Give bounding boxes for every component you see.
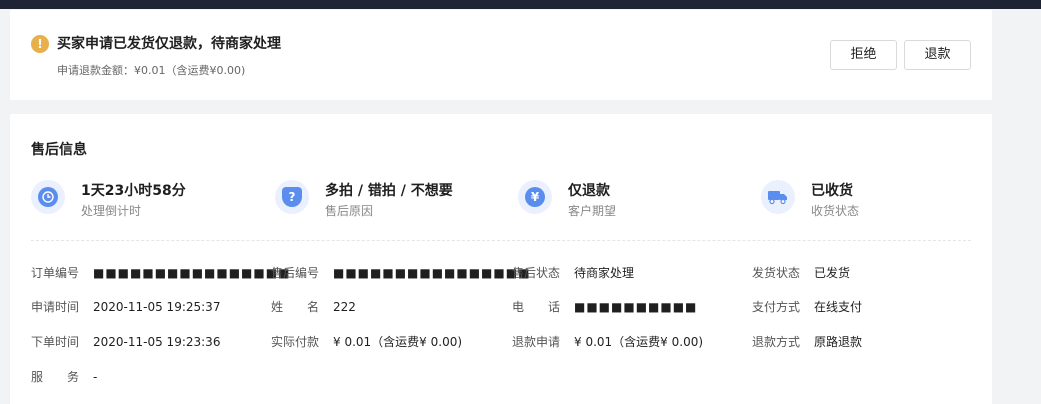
field-paid: 实际付款 ¥ 0.01（含运费¥ 0.00) — [271, 334, 462, 350]
field-value: ■■■■■■■■■■ — [574, 300, 698, 314]
field-label: 下单时间 — [31, 335, 80, 349]
field-label: 电 话 — [512, 300, 561, 314]
receipt-label: 收货状态 — [811, 204, 860, 218]
section-title: 售后信息 — [31, 142, 87, 158]
refund-button[interactable]: 退款 — [904, 40, 971, 70]
field-label: 支付方式 — [752, 300, 801, 314]
field-value: ■■■■■■■■■■■■■■■■ — [93, 266, 291, 280]
refund-amount-text: 申请退款金额：¥0.01（含运费¥0.00) — [57, 64, 246, 77]
clock-icon — [31, 180, 65, 214]
alert-title: 买家申请已发货仅退款，待商家处理 — [57, 36, 281, 52]
field-service: 服 务- — [31, 369, 97, 385]
reason-label: 售后原因 — [325, 204, 374, 218]
field-value: 待商家处理 — [574, 266, 635, 280]
field-value: ¥ 0.01（含运费¥ 0.00) — [333, 335, 463, 349]
divider — [31, 240, 971, 241]
field-label: 售后状态 — [512, 266, 561, 280]
field-label: 发货状态 — [752, 266, 801, 280]
field-label: 服 务 — [31, 370, 80, 384]
field-value: 222 — [333, 300, 356, 314]
field-label: 退款方式 — [752, 335, 801, 349]
field-value: 2020-11-05 19:25:37 — [93, 300, 221, 314]
field-value: 在线支付 — [814, 300, 863, 314]
field-order-time: 下单时间 2020-11-05 19:23:36 — [31, 334, 220, 350]
countdown-value: 1天23小时58分 — [81, 183, 186, 199]
aftersale-info-card: 售后信息 1天23小时58分 处理倒计时 ? 多拍 / 错拍 / 不想要 售后原… — [10, 114, 992, 404]
field-label: 申请时间 — [31, 300, 80, 314]
field-value: 原路退款 — [814, 335, 863, 349]
field-pay-method: 支付方式 在线支付 — [752, 299, 862, 315]
yuan-refund-icon: ¥ — [518, 180, 552, 214]
shield-question-icon: ? — [275, 180, 309, 214]
countdown-label: 处理倒计时 — [81, 204, 142, 218]
field-value: ¥ 0.01（含运费¥ 0.00) — [574, 335, 704, 349]
field-refund-method: 退款方式 原路退款 — [752, 334, 862, 350]
field-value: 已发货 — [814, 266, 851, 280]
field-label: 订单编号 — [31, 266, 80, 280]
field-aftersale-status: 售后状态 待商家处理 — [512, 265, 634, 281]
reason-value: 多拍 / 错拍 / 不想要 — [325, 183, 453, 199]
field-phone: 电 话 ■■■■■■■■■■ — [512, 299, 697, 315]
aftersale-alert-card: ! 买家申请已发货仅退款，待商家处理 申请退款金额：¥0.01（含运费¥0.00… — [10, 10, 992, 100]
expectation-value: 仅退款 — [568, 183, 610, 199]
reject-button[interactable]: 拒绝 — [830, 40, 897, 70]
truck-icon — [761, 180, 795, 214]
field-label: 姓 名 — [271, 300, 320, 314]
field-value: 2020-11-05 19:23:36 — [93, 335, 221, 349]
field-label: 实际付款 — [271, 335, 320, 349]
top-navigation-bar — [0, 0, 1041, 9]
field-apply-time: 申请时间 2020-11-05 19:25:37 — [31, 299, 220, 315]
field-value: - — [93, 370, 98, 384]
field-value: ■■■■■■■■■■■■■■■■ — [333, 266, 531, 280]
receipt-value: 已收货 — [811, 183, 853, 199]
field-refund-apply: 退款申请 ¥ 0.01（含运费¥ 0.00) — [512, 334, 703, 350]
field-name: 姓 名 222 — [271, 299, 356, 315]
field-label: 售后编号 — [271, 266, 320, 280]
expectation-label: 客户期望 — [568, 204, 617, 218]
field-order-no: 订单编号 ■■■■■■■■■■■■■■■■ — [31, 265, 290, 281]
field-aftersale-no: 售后编号 ■■■■■■■■■■■■■■■■ — [271, 265, 530, 281]
warning-icon: ! — [31, 35, 49, 53]
field-label: 退款申请 — [512, 335, 561, 349]
field-ship-status: 发货状态 已发货 — [752, 265, 850, 281]
